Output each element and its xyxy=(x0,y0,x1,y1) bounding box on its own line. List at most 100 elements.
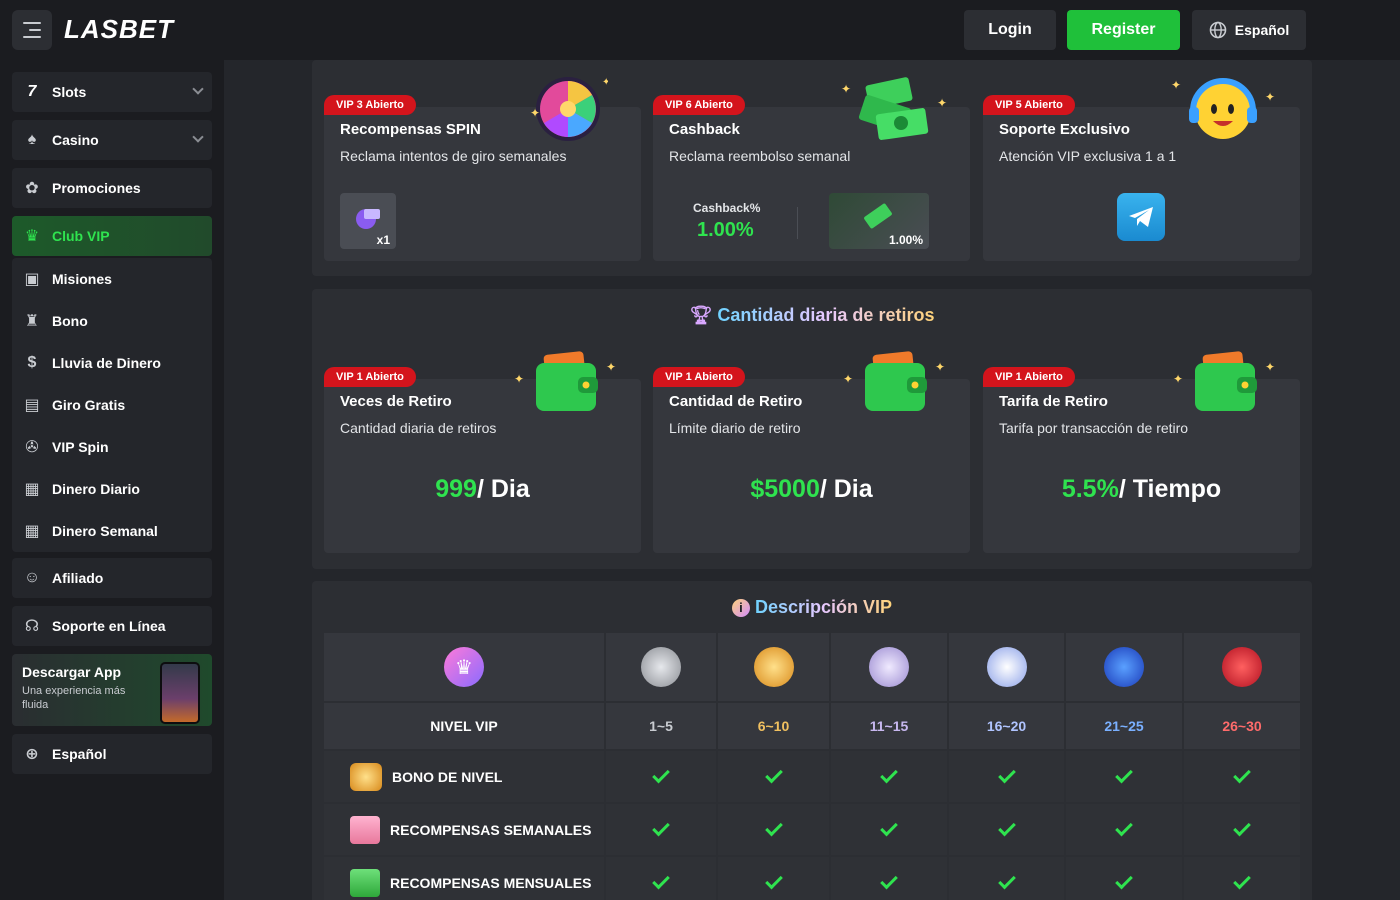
platinum-badge-icon xyxy=(869,647,909,687)
wallet-icon: ✦ ✦ xyxy=(843,351,945,411)
svg-text:✦: ✦ xyxy=(514,372,524,386)
rewards-panel: VIP 3 Abierto Recompensas SPIN Reclama i… xyxy=(312,60,1312,276)
clipboard-icon: ▣ xyxy=(24,271,40,288)
sidebar-item-label: Afiliado xyxy=(52,570,104,586)
check-cell xyxy=(831,857,949,900)
cashback-box: 1.00% xyxy=(829,193,929,249)
sapphire-badge-icon xyxy=(1104,647,1144,687)
level-range: 1~5 xyxy=(606,703,718,749)
svg-text:✦: ✦ xyxy=(602,77,608,88)
svg-text:✦: ✦ xyxy=(937,96,947,110)
telegram-button[interactable] xyxy=(1117,193,1165,241)
vip-description-panel: i Descripción VIP ♛ NIVEL VIP 1~5 6~10 1… xyxy=(312,581,1312,900)
diamond-badge-icon xyxy=(986,647,1027,687)
spin-wheel-icon: ✦ ✦ xyxy=(530,77,608,141)
check-icon xyxy=(1115,765,1133,784)
wheel-icon: ✇ xyxy=(25,439,39,456)
sidebar-item-label: Dinero Diario xyxy=(52,481,140,497)
cash-icon xyxy=(864,203,892,229)
sidebar-item-misiones[interactable]: ▣ Misiones xyxy=(12,258,212,300)
level-badge-cell xyxy=(831,633,949,701)
level-badge-cell xyxy=(1184,633,1300,701)
check-icon xyxy=(764,871,783,890)
check-cell xyxy=(949,857,1066,900)
cashback-label: Cashback% xyxy=(693,201,761,215)
vip-badge: VIP 1 Abierto xyxy=(324,367,416,387)
phone-image xyxy=(160,662,200,724)
check-icon xyxy=(997,765,1016,784)
menu-toggle-button[interactable] xyxy=(12,10,52,50)
card-title: Veces de Retiro xyxy=(340,393,452,410)
sidebar-item-soporte[interactable]: ☊ Soporte en Línea xyxy=(12,606,212,646)
check-icon xyxy=(764,818,783,837)
svg-text:✦: ✦ xyxy=(843,372,853,386)
sidebar-item-casino[interactable]: ♠ Casino xyxy=(12,120,212,160)
withdrawal-card-times: VIP 1 Abierto Veces de Retiro Cantidad d… xyxy=(324,351,641,553)
svg-text:✦: ✦ xyxy=(1265,90,1275,104)
withdrawal-value-line: 5.5%/ Tiempo xyxy=(983,475,1300,504)
withdrawal-unit: / Dia xyxy=(476,475,530,503)
card-title: Soporte Exclusivo xyxy=(999,121,1130,138)
globe-icon: ⊕ xyxy=(25,746,39,763)
sidebar-item-slots[interactable]: 7 Slots xyxy=(12,72,212,112)
feature-cell: BONO DE NIVEL xyxy=(324,751,606,802)
level-range: 26~30 xyxy=(1222,718,1262,734)
site-logo[interactable]: LASBET xyxy=(64,14,174,45)
check-icon xyxy=(880,871,898,890)
table-row: BONO DE NIVEL xyxy=(324,751,1300,802)
ruby-badge-icon xyxy=(1222,647,1262,687)
sidebar-item-label: Slots xyxy=(52,84,87,100)
vip-level-row: NIVEL VIP 1~5 6~10 11~15 16~20 21~25 26~… xyxy=(324,703,1300,749)
withdrawal-unit: / Tiempo xyxy=(1118,475,1222,503)
svg-text:✦: ✦ xyxy=(1265,360,1275,374)
download-app-banner[interactable]: Descargar App Una experiencia más fluida xyxy=(12,654,212,726)
check-cell xyxy=(718,804,831,855)
language-button[interactable]: Español xyxy=(1192,10,1306,50)
check-cell xyxy=(606,857,718,900)
login-button[interactable]: Login xyxy=(964,10,1056,50)
card-subtitle: Cantidad diaria de retiros xyxy=(340,420,497,436)
check-icon xyxy=(997,818,1016,837)
sidebar-item-afiliado[interactable]: ☺ Afiliado xyxy=(12,558,212,598)
table-row: RECOMPENSAS SEMANALES xyxy=(324,804,1300,855)
level-range: 6~10 xyxy=(718,703,831,749)
sidebar-group-features: ▣ Misiones ♜ Bono $ Lluvia de Dinero ▤ Giro … xyxy=(12,258,212,552)
bonus-icon: ♜ xyxy=(24,313,40,330)
money-bag-icon: $ xyxy=(27,354,37,371)
gold-badge-icon xyxy=(753,647,794,687)
check-cell xyxy=(1066,804,1184,855)
card-subtitle: Atención VIP exclusiva 1 a 1 xyxy=(999,148,1177,164)
main-content: VIP 3 Abierto Recompensas SPIN Reclama i… xyxy=(224,60,1400,900)
crown-icon: ♛ xyxy=(24,228,40,245)
svg-text:✦: ✦ xyxy=(841,82,851,96)
sidebar-item-label: Soporte en Línea xyxy=(52,618,166,634)
withdrawal-unit: / Dia xyxy=(819,475,873,503)
sidebar-item-giro-gratis[interactable]: ▤ Giro Gratis xyxy=(12,384,212,426)
check-icon xyxy=(1233,818,1251,837)
sidebar-item-dinero-semanal[interactable]: ▦ Dinero Semanal xyxy=(12,510,212,552)
level-header: NIVEL VIP xyxy=(324,703,606,749)
svg-text:✦: ✦ xyxy=(1171,78,1181,92)
sidebar-item-language[interactable]: ⊕ Español xyxy=(12,734,212,774)
gift-green-icon xyxy=(350,868,380,897)
withdrawal-value: $5000 xyxy=(750,475,820,503)
vip-badge: VIP 1 Abierto xyxy=(983,367,1075,387)
check-cell xyxy=(831,751,949,802)
register-button[interactable]: Register xyxy=(1067,10,1180,50)
spade-icon: ♠ xyxy=(27,131,37,148)
vip-title-text: Descripción VIP xyxy=(754,597,893,617)
cashback-box-value: 1.00% xyxy=(888,233,923,247)
check-icon xyxy=(1115,871,1133,890)
sidebar-item-vip-spin[interactable]: ✇ VIP Spin xyxy=(12,426,212,468)
sidebar-item-promociones[interactable]: ✿ Promociones xyxy=(12,168,212,208)
sidebar-item-label: Promociones xyxy=(52,180,141,196)
sidebar-item-lluvia[interactable]: $ Lluvia de Dinero xyxy=(12,342,212,384)
divider xyxy=(797,207,798,239)
sidebar-item-label: Misiones xyxy=(52,271,112,287)
sidebar-item-club-vip[interactable]: ♛ Club VIP xyxy=(12,216,212,256)
sidebar-item-dinero-diario[interactable]: ▦ Dinero Diario xyxy=(12,468,212,510)
vip-logo-icon: ♛ xyxy=(444,647,484,687)
headset-icon: ☊ xyxy=(24,618,40,635)
svg-text:✦: ✦ xyxy=(530,106,540,120)
sidebar-item-bono[interactable]: ♜ Bono xyxy=(12,300,212,342)
